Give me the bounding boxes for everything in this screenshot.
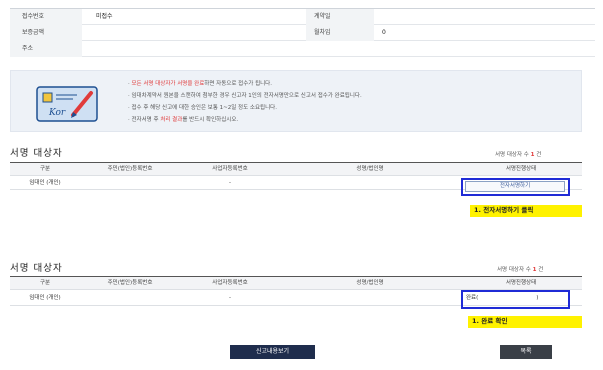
contract-info-table: 접수번호 미접수 계약일 보증금액 월차임 0 주소 xyxy=(10,8,595,57)
deposit-label: 보증금액 xyxy=(10,25,82,41)
notice-line-4-pre: 전자서명 후 xyxy=(131,117,161,123)
cell-biz-no: - xyxy=(229,295,231,301)
address-label: 주소 xyxy=(10,41,82,57)
cell-biz-no: - xyxy=(229,180,231,186)
notice-line-2-text: 임대차계약서 원본을 스캔하여 첨부한 경우 신고자 1인의 전자서명만으로 신… xyxy=(131,93,362,99)
cell-resident-no xyxy=(80,176,180,190)
col-name: 성명/법인명 xyxy=(356,166,384,172)
receipt-no-label: 접수번호 xyxy=(10,9,82,25)
col-sign-status: 서명진행상태 xyxy=(505,280,537,286)
notice-line-1-highlight: 모든 서명 대상자가 서명을 완료 xyxy=(131,81,205,87)
section1-count-label: 서명 대상자 수 xyxy=(495,152,529,158)
cell-type: 임대인 (개인) xyxy=(29,295,61,301)
cell-name xyxy=(280,290,460,304)
notice-box: Kor · 모든 서명 대상자가 서명을 완료하면 자동으로 접수가 됩니다. … xyxy=(10,70,582,132)
section2-count-unit: 건 xyxy=(538,267,544,273)
cell-type: 임대인 (개인) xyxy=(29,180,61,186)
notice-line-3: · 접수 후 해당 신고에 대한 승인은 보통 1~2일 정도 소요됩니다. xyxy=(128,105,277,111)
notice-line-3-text: 접수 후 해당 신고에 대한 승인은 보통 1~2일 정도 소요됩니다. xyxy=(131,105,277,111)
col-sign-status: 서명진행상태 xyxy=(505,166,537,172)
section2-title: 서명 대상자 xyxy=(10,263,63,274)
table-header: 구분 주민(법인)등록번호 사업자등록번호 성명/법인명 서명진행상태 xyxy=(10,163,582,176)
col-name: 성명/법인명 xyxy=(356,280,384,286)
col-biz-no: 사업자등록번호 xyxy=(212,280,248,286)
cell-resident-no xyxy=(80,290,180,304)
col-type: 구분 xyxy=(39,166,51,172)
info-row-receipt: 접수번호 미접수 계약일 xyxy=(10,9,595,25)
col-type: 구분 xyxy=(39,280,51,286)
col-resident-no: 주민(법인)등록번호 xyxy=(107,280,153,286)
notice-line-4: · 전자서명 후 처리 결과를 반드시 확인하십시오. xyxy=(128,117,239,123)
monthly-rent-value: 0 xyxy=(382,29,386,36)
notice-line-1: · 모든 서명 대상자가 서명을 완료하면 자동으로 접수가 됩니다. xyxy=(128,81,272,87)
col-resident-no: 주민(법인)등록번호 xyxy=(107,166,153,172)
list-button[interactable]: 목록 xyxy=(500,345,552,359)
section2-count: 서명 대상자 수 1 건 xyxy=(497,265,543,273)
section1-count: 서명 대상자 수 1 건 xyxy=(495,150,541,158)
section2-count-number: 1 xyxy=(532,267,537,273)
cell-name xyxy=(280,176,460,190)
col-biz-no: 사업자등록번호 xyxy=(212,166,248,172)
notice-line-4-highlight: 처리 결과 xyxy=(160,117,183,123)
contract-sign-icon: Kor xyxy=(36,86,98,122)
section2-count-label: 서명 대상자 수 xyxy=(497,267,531,273)
section1-count-unit: 건 xyxy=(536,152,542,158)
contract-date-label: 계약일 xyxy=(306,9,374,25)
section1-count-number: 1 xyxy=(530,152,535,158)
highlight-box-complete xyxy=(461,290,570,309)
notice-line-1-rest: 하면 자동으로 접수가 됩니다. xyxy=(204,81,272,87)
contract-date-value xyxy=(374,9,594,25)
monthly-rent-label: 월차임 xyxy=(306,25,374,41)
annotation-complete-check: 1. 완료 확인 xyxy=(468,316,582,328)
highlight-box-sign xyxy=(461,178,570,196)
info-row-address: 주소 xyxy=(10,41,595,57)
receipt-no-value: 미접수 xyxy=(96,13,113,20)
annotation-sign-click: 1. 전자서명하기 클릭 xyxy=(470,205,582,217)
deposit-value xyxy=(90,25,280,41)
view-report-button[interactable]: 신고내용보기 xyxy=(230,345,315,359)
section1-title: 서명 대상자 xyxy=(10,148,63,159)
svg-text:Kor: Kor xyxy=(48,108,66,118)
info-row-deposit: 보증금액 월차임 0 xyxy=(10,25,595,41)
address-value xyxy=(90,41,595,57)
notice-line-4-post: 를 반드시 확인하십시오. xyxy=(182,117,239,123)
notice-line-2: · 임대차계약서 원본을 스캔하여 첨부한 경우 신고자 1인의 전자서명만으로… xyxy=(128,93,362,99)
table-header: 구분 주민(법인)등록번호 사업자등록번호 성명/법인명 서명진행상태 xyxy=(10,277,582,290)
